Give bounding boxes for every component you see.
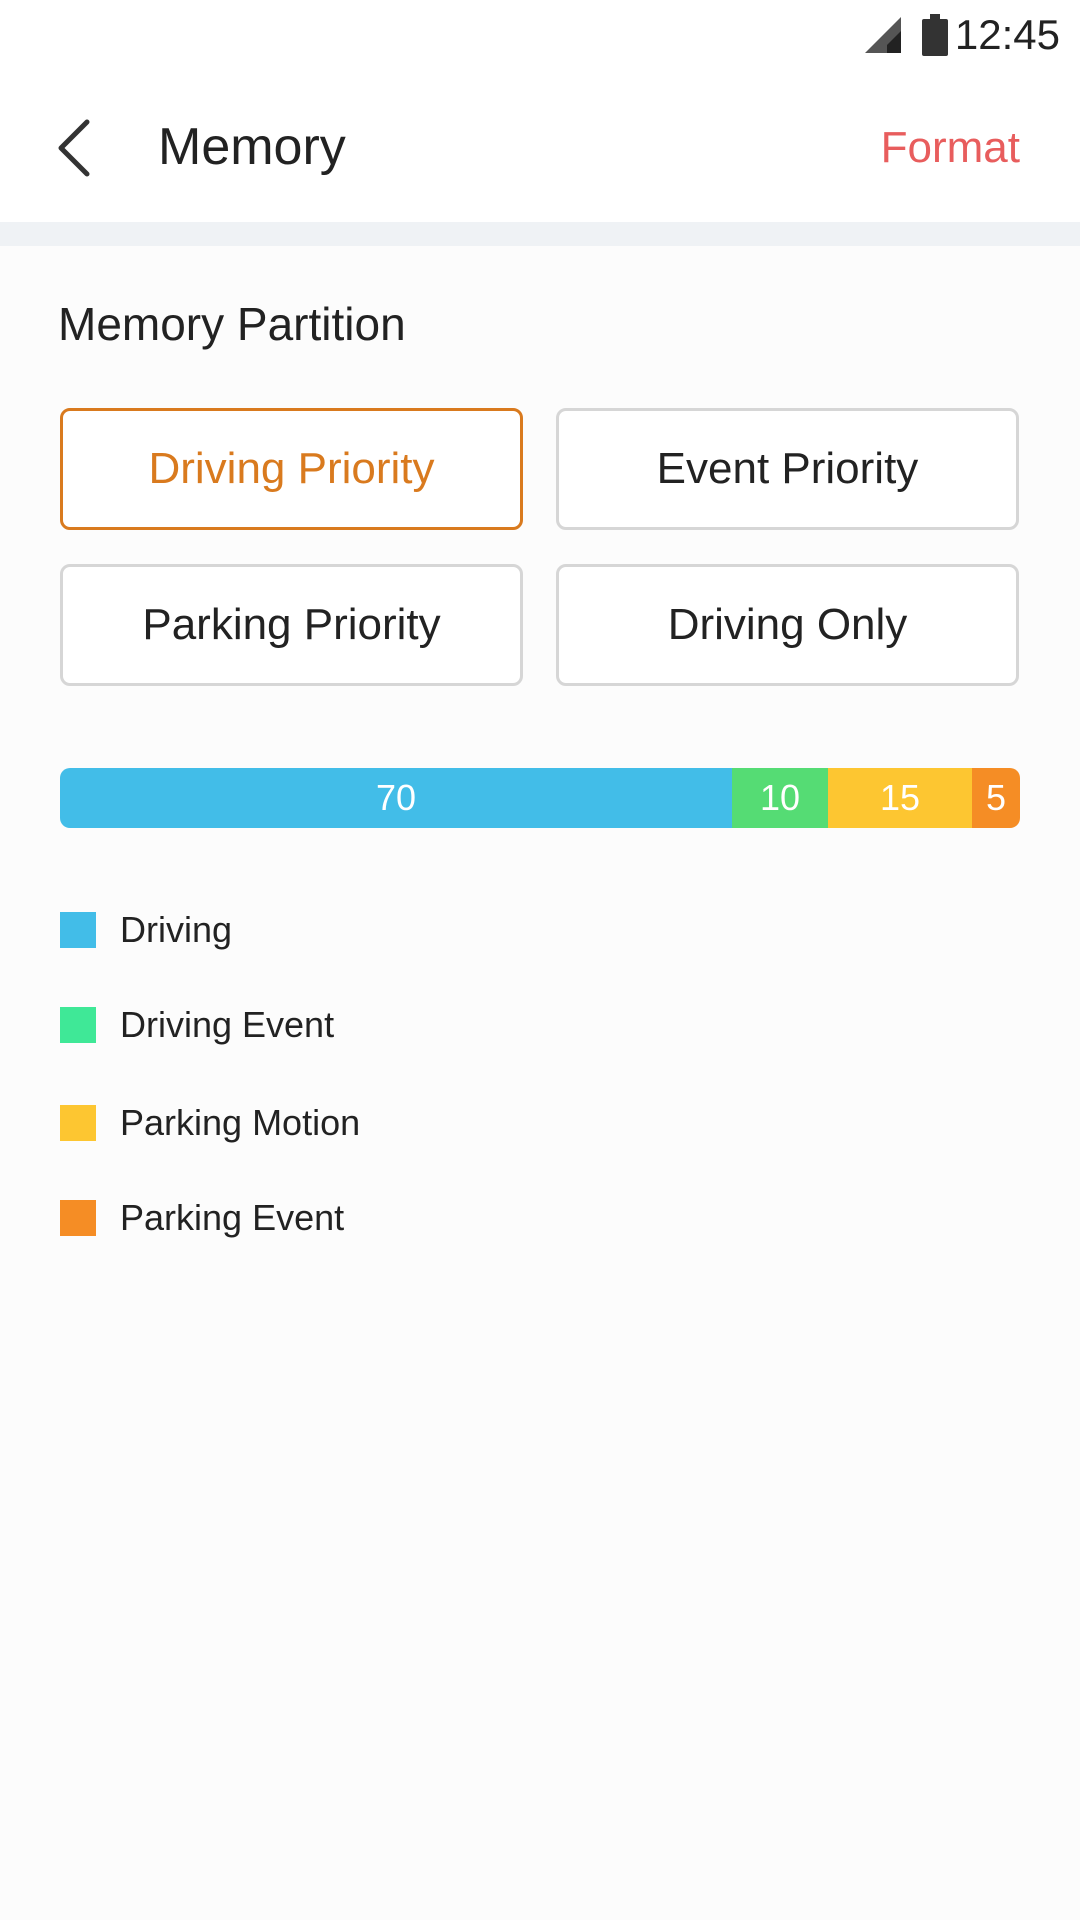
status-bar: 12:45 (0, 0, 1080, 70)
app-bar: Memory Format (0, 70, 1080, 222)
option-driving-priority[interactable]: Driving Priority (60, 408, 523, 530)
legend-swatch (60, 1007, 96, 1043)
legend-label: Parking Event (120, 1197, 345, 1238)
legend-item-driving-event: Driving Event (60, 995, 334, 1055)
legend-swatch (60, 1200, 96, 1236)
back-button[interactable] (40, 108, 110, 188)
option-event-priority[interactable]: Event Priority (556, 408, 1019, 530)
segment-parking-motion: 15 (828, 768, 972, 828)
legend-label: Driving (120, 909, 233, 950)
divider (0, 222, 1080, 246)
status-time: 12:45 (954, 11, 1060, 58)
legend-item-parking-motion: Parking Motion (60, 1093, 360, 1153)
battery-icon (922, 14, 948, 56)
segment-driving-event: 10 (732, 768, 828, 828)
partition-bar: 70 10 15 5 (60, 768, 1020, 828)
legend-label: Driving Event (120, 1004, 335, 1045)
legend-item-driving: Driving (60, 900, 232, 960)
option-driving-only[interactable]: Driving Only (556, 564, 1019, 686)
segment-parking-event: 5 (972, 768, 1020, 828)
chevron-left-icon (58, 119, 90, 177)
option-parking-priority[interactable]: Parking Priority (60, 564, 523, 686)
format-button[interactable]: Format (881, 118, 1020, 178)
signal-icon (865, 17, 901, 53)
main-content: Memory Partition Driving Priority Event … (0, 246, 1080, 1920)
legend-label: Parking Motion (120, 1102, 361, 1143)
page-title: Memory (158, 118, 346, 176)
section-title: Memory Partition (58, 298, 406, 350)
legend-swatch (60, 912, 96, 948)
legend-swatch (60, 1105, 96, 1141)
segment-driving: 70 (60, 768, 732, 828)
legend-item-parking-event: Parking Event (60, 1188, 344, 1248)
